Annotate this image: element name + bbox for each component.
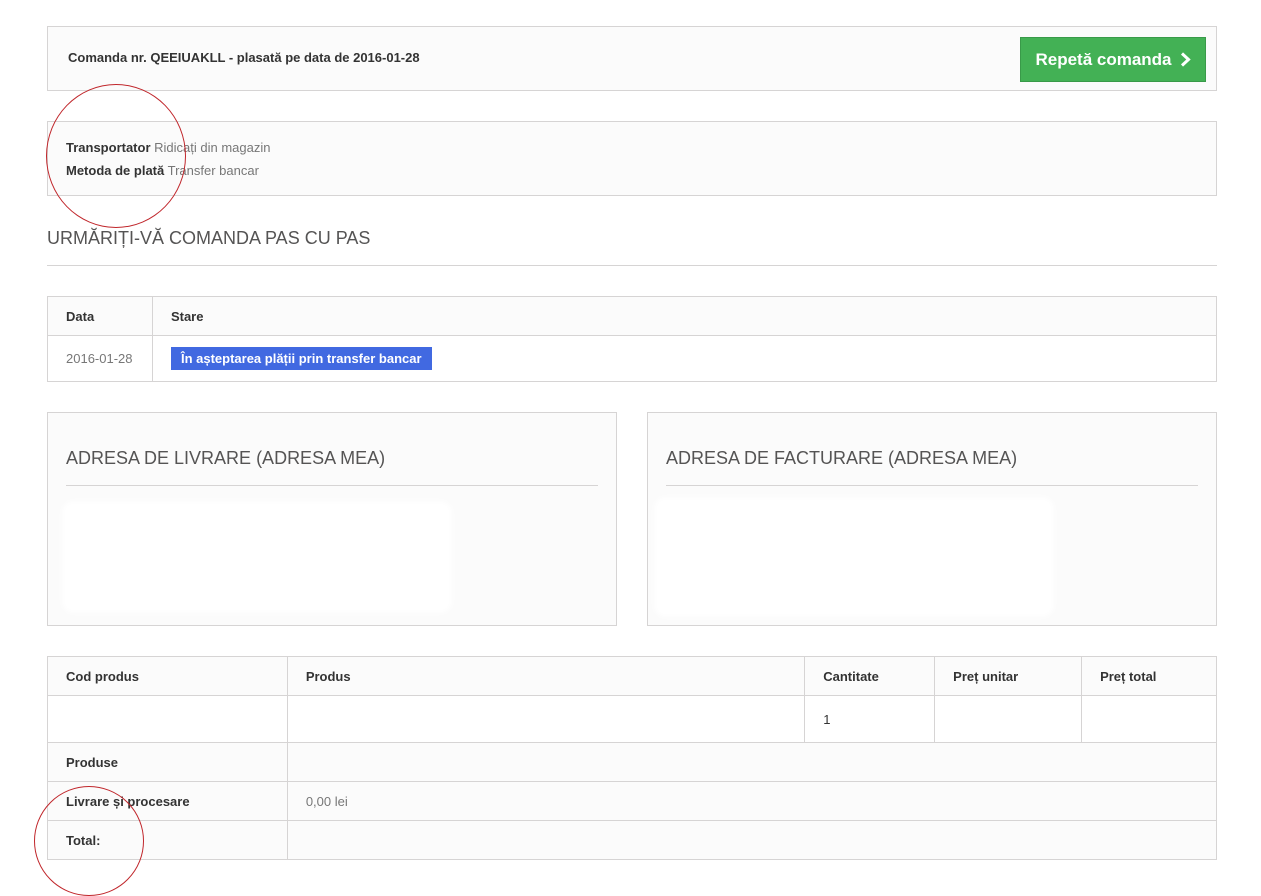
status-badge: În așteptarea plății prin transfer banca… [170,347,432,370]
column-header-total-price: Preț total [1081,656,1217,696]
history-date: 2016-01-28 [47,335,153,382]
table-header-row: Data Stare [47,296,1218,336]
column-header-quantity: Cantitate [804,656,936,696]
column-header-code: Cod produs [47,656,288,696]
summary-shipping-value: 0,00 lei [286,781,1218,821]
carrier-label: Transportator [66,140,151,155]
reorder-label: Repetă comanda [1035,49,1172,69]
redacted-delivery-address [62,501,452,613]
summary-row-shipping: Livrare și procesare 0,00 lei [47,781,1218,821]
order-title: Comanda nr. QEEIUAKLL - plasată pe data … [68,50,420,65]
product-name [286,695,806,743]
summary-row-total: Total: [47,820,1218,860]
product-unit-price [934,695,1083,743]
column-header-status: Stare [151,296,1218,336]
summary-row-products: Produse [47,742,1218,782]
history-status-cell: În așteptarea plății prin transfer banca… [151,335,1218,382]
payment-row: Metoda de plată Transfer bancar [66,163,259,178]
table-row: 1 [47,695,1217,743]
table-header-row: Cod produs Produs Cantitate Preț unitar … [47,656,1217,696]
product-quantity: 1 [804,695,936,743]
payment-label: Metoda de plată [66,163,165,178]
redacted-billing-address [654,497,1054,617]
billing-address-title: ADRESA DE FACTURARE (ADRESA MEA) [666,448,1198,486]
column-header-date: Data [47,296,153,336]
tracking-title: URMĂRIȚI-VĂ COMANDA PAS CU PAS [47,228,1217,266]
order-info: Transportator Ridicați din magazin Metod… [47,121,1217,196]
column-header-product: Produs [286,656,806,696]
order-header: Comanda nr. QEEIUAKLL - plasată pe data … [47,26,1217,91]
column-header-unit-price: Preț unitar [934,656,1083,696]
order-history-table: Data Stare 2016-01-28 În așteptarea plăț… [47,296,1218,382]
carrier-value: Ridicați din magazin [154,140,271,155]
billing-address-box: ADRESA DE FACTURARE (ADRESA MEA) [647,412,1217,626]
delivery-address-box: ADRESA DE LIVRARE (ADRESA MEA) [47,412,617,626]
reorder-button[interactable]: Repetă comanda [1020,37,1206,82]
carrier-row: Transportator Ridicați din magazin [66,140,270,155]
summary-total-label: Total: [47,820,288,860]
chevron-right-icon [1180,52,1191,67]
summary-shipping-label: Livrare și procesare [47,781,288,821]
product-total-price [1081,695,1217,743]
product-code [47,695,288,743]
summary-products-value [286,742,1218,782]
delivery-address-title: ADRESA DE LIVRARE (ADRESA MEA) [66,448,598,486]
summary-total-value [286,820,1218,860]
payment-value: Transfer bancar [167,163,259,178]
products-table: Cod produs Produs Cantitate Preț unitar … [47,656,1218,860]
table-row: 2016-01-28 În așteptarea plății prin tra… [47,335,1218,382]
summary-products-label: Produse [47,742,288,782]
